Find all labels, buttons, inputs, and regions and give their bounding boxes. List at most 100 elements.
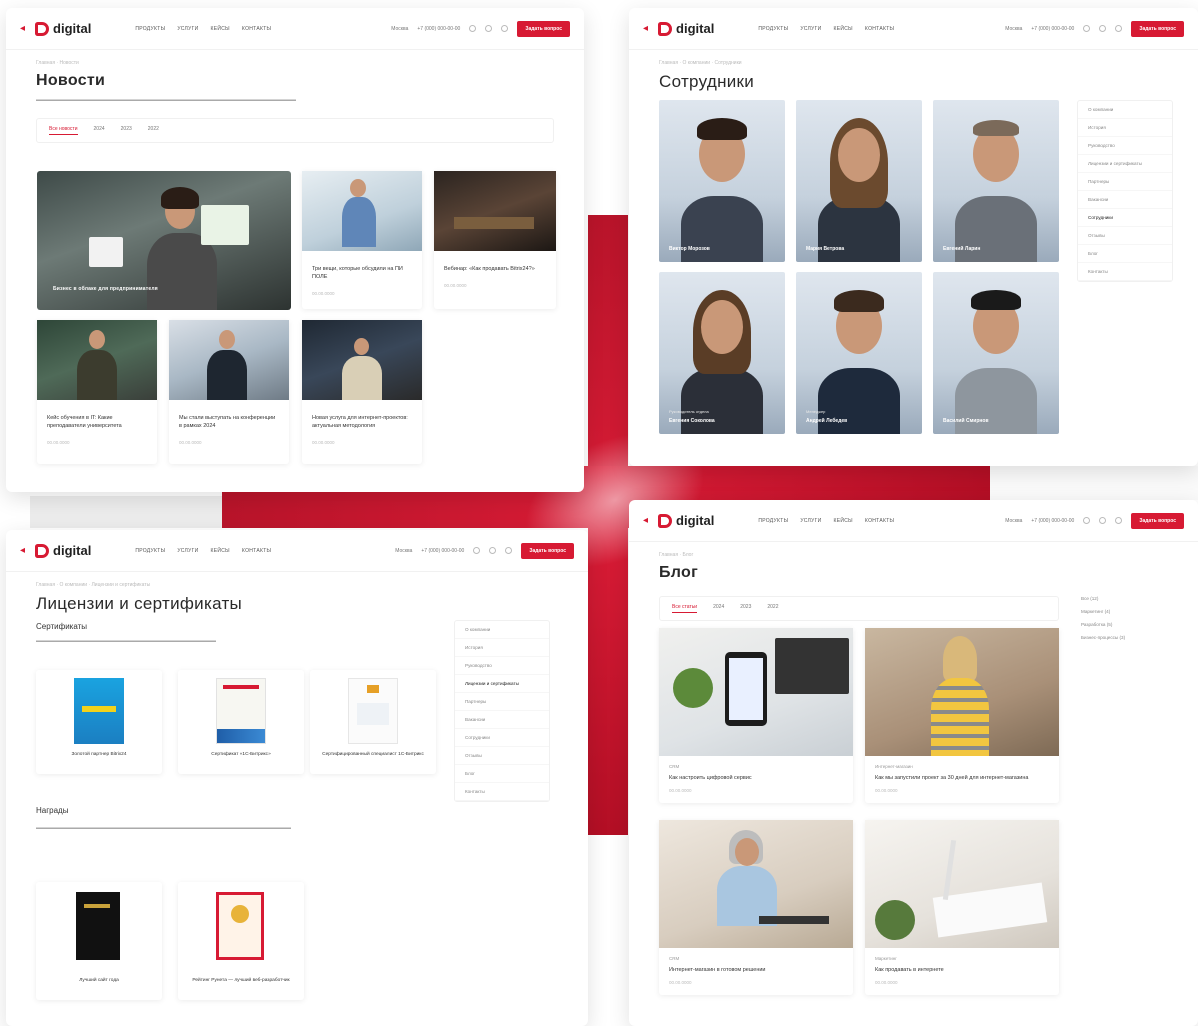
sidebar-item-active[interactable]: Сотрудники xyxy=(1078,209,1172,227)
sidebar-item[interactable]: Вакансии xyxy=(1078,191,1172,209)
tab-year[interactable]: 2023 xyxy=(121,126,132,135)
sidebar-item[interactable]: Сотрудники xyxy=(455,729,549,747)
back-arrow-icon[interactable]: ◂ xyxy=(20,545,25,556)
phone-link[interactable]: +7 (000) 000-00-00 xyxy=(421,548,464,554)
sidebar-item[interactable]: О компании xyxy=(1078,101,1172,119)
user-icon[interactable] xyxy=(1099,517,1107,524)
category-link[interactable]: Маркетинг (4) xyxy=(1081,605,1177,618)
search-icon[interactable] xyxy=(1083,517,1091,524)
nav-item[interactable]: Кейсы xyxy=(211,26,230,32)
cta-button[interactable]: Задать вопрос xyxy=(517,20,570,37)
employee-card[interactable]: Евгений Ларин xyxy=(933,100,1059,262)
sidebar-item[interactable]: Блог xyxy=(1078,245,1172,263)
cart-icon[interactable] xyxy=(505,547,513,554)
blog-card[interactable]: Маркетинг Как продавать в интернете 00.0… xyxy=(865,820,1059,995)
logo[interactable]: digital xyxy=(35,543,91,558)
category-link[interactable]: Бизнес-процессы (3) xyxy=(1081,631,1177,644)
employee-card[interactable]: Василий Смирнов xyxy=(933,272,1059,434)
tab-year[interactable]: 2022 xyxy=(767,604,778,613)
sidebar-item[interactable]: Контакты xyxy=(455,783,549,801)
tab-all[interactable]: Все новости xyxy=(49,126,78,135)
sidebar-item[interactable]: Вакансии xyxy=(455,711,549,729)
award-card[interactable]: Лучший сайт года xyxy=(36,882,162,1000)
featured-news[interactable]: Бизнес в облаке для предпринимателя xyxy=(37,171,291,310)
nav-item[interactable]: Кейсы xyxy=(834,518,853,524)
blog-card[interactable]: CRM Интернет-магазин в готовом решении 0… xyxy=(659,820,853,995)
logo[interactable]: digital xyxy=(658,21,714,36)
sidebar-item[interactable]: История xyxy=(1078,119,1172,137)
sidebar-item[interactable]: О компании xyxy=(455,621,549,639)
nav-item[interactable]: Продукты xyxy=(135,26,165,32)
certificate-card[interactable]: Сертификат «1С-Битрикс» xyxy=(178,670,304,774)
user-icon[interactable] xyxy=(1099,25,1107,32)
news-card[interactable]: Новая услуга для интернет-проектов: акту… xyxy=(302,320,422,464)
employee-card[interactable]: Виктор Морозов xyxy=(659,100,785,262)
tab-year[interactable]: 2024 xyxy=(94,126,105,135)
breadcrumb[interactable]: Главная · Новости xyxy=(6,50,584,66)
user-icon[interactable] xyxy=(485,25,493,32)
city-select[interactable]: Москва xyxy=(1005,518,1022,524)
blog-card[interactable]: CRM Как настроить цифровой сервис 00.00.… xyxy=(659,628,853,803)
phone-link[interactable]: +7 (000) 000-00-00 xyxy=(1031,26,1074,32)
nav-item[interactable]: Продукты xyxy=(758,518,788,524)
nav-item[interactable]: Услуги xyxy=(800,26,821,32)
logo[interactable]: digital xyxy=(658,513,714,528)
nav-item[interactable]: Услуги xyxy=(177,26,198,32)
back-arrow-icon[interactable]: ◂ xyxy=(20,23,25,34)
nav-item[interactable]: Контакты xyxy=(242,548,271,554)
news-card[interactable]: Три вещи, которые обсудили на ПИ ПОЛЕ 00… xyxy=(302,171,422,309)
sidebar-item[interactable]: Отзывы xyxy=(455,747,549,765)
cart-icon[interactable] xyxy=(501,25,509,32)
nav-item[interactable]: Услуги xyxy=(177,548,198,554)
city-select[interactable]: Москва xyxy=(1005,26,1022,32)
certificate-card[interactable]: Сертифицированный специалист 1С-Битрикс xyxy=(310,670,436,774)
sidebar-item[interactable]: Контакты xyxy=(1078,263,1172,281)
tab-all[interactable]: Все статьи xyxy=(672,604,698,613)
cart-icon[interactable] xyxy=(1115,517,1123,524)
news-card[interactable]: Кейс обучения в IT: Какие преподаватели … xyxy=(37,320,157,464)
category-link[interactable]: Разработка (5) xyxy=(1081,618,1177,631)
phone-link[interactable]: +7 (000) 000-00-00 xyxy=(1031,518,1074,524)
sidebar-item[interactable]: Руководство xyxy=(1078,137,1172,155)
logo[interactable]: digital xyxy=(35,21,91,36)
blog-card[interactable]: Интернет-магазин Как мы запустили проект… xyxy=(865,628,1059,803)
sidebar-item[interactable]: Отзывы xyxy=(1078,227,1172,245)
sidebar-item[interactable]: Руководство xyxy=(455,657,549,675)
sidebar-item[interactable]: Партнеры xyxy=(1078,173,1172,191)
sidebar-item[interactable]: Лицензии и сертификаты xyxy=(1078,155,1172,173)
cart-icon[interactable] xyxy=(1115,25,1123,32)
sidebar-item-active[interactable]: Лицензии и сертификаты xyxy=(455,675,549,693)
sidebar-item[interactable]: Блог xyxy=(455,765,549,783)
employee-card[interactable]: Менеджер Андрей Лебедев xyxy=(796,272,922,434)
news-card[interactable]: Мы стали выступать на конференции в рамк… xyxy=(169,320,289,464)
breadcrumb[interactable]: Главная · О компании · Сотрудники xyxy=(629,50,1198,66)
employee-card[interactable]: Мария Ветрова xyxy=(796,100,922,262)
back-arrow-icon[interactable]: ◂ xyxy=(643,515,648,526)
phone-link[interactable]: +7 (000) 000-00-00 xyxy=(417,26,460,32)
breadcrumb[interactable]: Главная · О компании · Лицензии и сертиф… xyxy=(6,572,588,588)
search-icon[interactable] xyxy=(473,547,481,554)
nav-item[interactable]: Контакты xyxy=(865,26,894,32)
cta-button[interactable]: Задать вопрос xyxy=(1131,512,1184,529)
nav-item[interactable]: Услуги xyxy=(800,518,821,524)
certificate-card[interactable]: Золотой партнер Bitrix24 xyxy=(36,670,162,774)
city-select[interactable]: Москва xyxy=(391,26,408,32)
tab-year[interactable]: 2023 xyxy=(740,604,751,613)
sidebar-item[interactable]: История xyxy=(455,639,549,657)
nav-item[interactable]: Продукты xyxy=(135,548,165,554)
nav-item[interactable]: Кейсы xyxy=(211,548,230,554)
tab-year[interactable]: 2024 xyxy=(713,604,724,613)
cta-button[interactable]: Задать вопрос xyxy=(521,542,574,559)
nav-item[interactable]: Контакты xyxy=(865,518,894,524)
city-select[interactable]: Москва xyxy=(395,548,412,554)
tab-year[interactable]: 2022 xyxy=(148,126,159,135)
cta-button[interactable]: Задать вопрос xyxy=(1131,20,1184,37)
search-icon[interactable] xyxy=(1083,25,1091,32)
news-card[interactable]: Вебинар: «Как продавать Bitrix24?» 00.00… xyxy=(434,171,556,309)
breadcrumb[interactable]: Главная · Блог xyxy=(629,542,1198,558)
sidebar-item[interactable]: Партнеры xyxy=(455,693,549,711)
nav-item[interactable]: Кейсы xyxy=(834,26,853,32)
nav-item[interactable]: Продукты xyxy=(758,26,788,32)
user-icon[interactable] xyxy=(489,547,497,554)
nav-item[interactable]: Контакты xyxy=(242,26,271,32)
